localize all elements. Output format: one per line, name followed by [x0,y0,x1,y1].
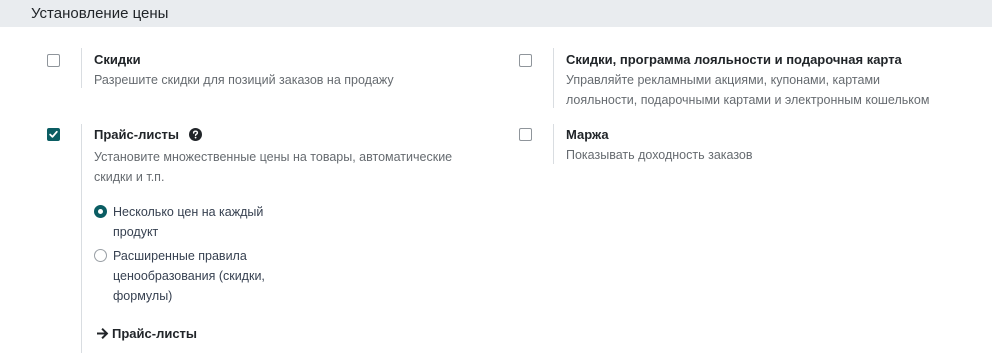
section-title: Установление цены [31,5,169,22]
radio-label-line: ценообразования (скидки, [113,269,265,283]
pricelists-checkbox[interactable] [47,128,60,141]
pricelist-option-multiple-prices[interactable]: Несколько цен на каждый продукт [94,202,294,242]
divider [81,48,82,88]
discounts-description: Разрешите скидки для позиций заказов на … [94,73,394,87]
divider [81,124,82,353]
margin-title: Маржа [566,127,609,142]
radio-label-line: продукт [113,225,159,239]
pricelists-description-line1: Установите множественные цены на товары,… [94,150,453,164]
margin-checkbox[interactable] [519,128,532,141]
loyalty-checkbox[interactable] [519,54,532,67]
radio-label-line: формулы) [113,289,173,303]
radio-label-line: Расширенные правила [113,249,247,263]
pricelists-title-text: Прайс-листы [94,127,180,142]
radio-label-line: Несколько цен на каждый [113,205,264,219]
section-header: Установление цены [0,0,992,27]
radio-multiple-prices-label[interactable]: Несколько цен на каждый продукт [113,202,288,242]
radio-multiple-prices[interactable] [94,205,107,218]
pricelist-option-advanced-rules[interactable]: Расширенные правила ценообразования (ски… [94,246,294,306]
margin-description: Показывать доходность заказов [566,148,753,162]
loyalty-description-line1: Управляйте рекламными акциями, купонами,… [566,73,881,87]
pricelists-title: Прайс-листы [94,127,202,144]
divider [553,48,554,108]
radio-advanced-rules[interactable] [94,249,107,262]
loyalty-title: Скидки, программа лояльности и подарочна… [566,52,902,67]
radio-advanced-rules-label[interactable]: Расширенные правила ценообразования (ски… [113,246,288,306]
discounts-checkbox[interactable] [47,54,60,67]
check-icon [49,130,58,138]
question-circle-icon[interactable] [188,128,202,144]
pricelists-description-line2: скидки и т.п. [94,170,165,184]
arrow-right-icon [97,328,109,339]
divider [553,124,554,164]
pricelists-link[interactable]: Прайс-листы [97,326,197,341]
discounts-title: Скидки [94,52,141,67]
loyalty-description-line2: лояльности, подарочными картами и электр… [566,93,930,107]
pricelists-link-label: Прайс-листы [112,326,198,341]
